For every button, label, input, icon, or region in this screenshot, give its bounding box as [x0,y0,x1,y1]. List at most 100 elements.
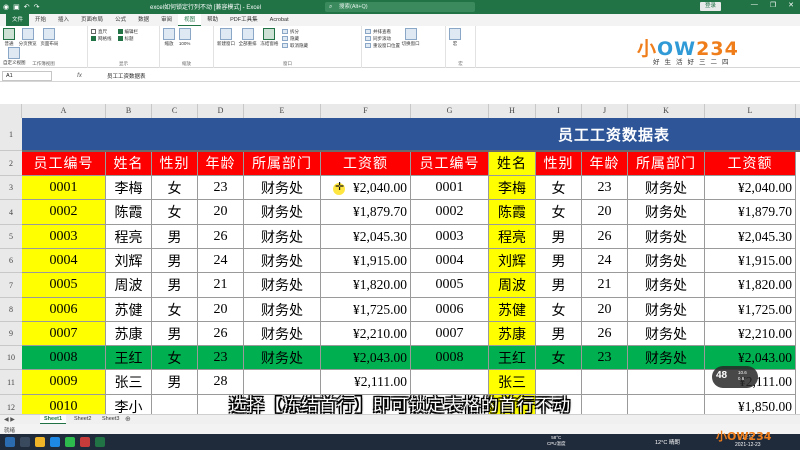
column-header-F[interactable]: F [321,104,411,118]
app-icon[interactable] [80,437,90,447]
table-cell[interactable]: ¥1,915.00 [321,249,411,273]
table-cell[interactable]: 陈霞 [489,200,536,225]
tab-3[interactable]: 页面布局 [75,14,109,26]
row-header-1[interactable]: 1 [0,118,22,151]
table-cell[interactable]: 女 [152,298,198,322]
title-row[interactable]: 员工工资数据表 [22,118,800,151]
table-cell[interactable]: ¥1,879.70 [705,200,796,225]
edge-icon[interactable] [50,437,60,447]
tab-0[interactable]: 文件 [6,14,30,26]
table-cell[interactable]: 0002 [22,200,106,225]
table-cell[interactable]: 财务处 [244,298,321,322]
column-header-H[interactable]: H [489,104,536,118]
tab-1[interactable]: 开始 [29,14,52,26]
header-cell[interactable]: 员工编号 [22,151,106,176]
redo-icon[interactable]: ↷ [34,4,40,11]
table-cell[interactable]: 王红 [106,346,152,370]
restore-button[interactable]: ❐ [770,1,776,9]
table-cell[interactable]: 财务处 [244,249,321,273]
table-cell[interactable]: ¥2,045.30 [705,225,796,249]
table-cell[interactable]: 0007 [411,322,489,346]
table-cell[interactable]: 0007 [22,322,106,346]
table-cell[interactable]: 财务处 [628,322,705,346]
explorer-icon[interactable] [35,437,45,447]
unhide-button[interactable]: 取消隐藏 [282,42,308,49]
table-cell[interactable]: 21 [582,273,628,298]
table-cell[interactable]: 财务处 [244,176,321,200]
table-cell[interactable]: 女 [152,346,198,370]
table-cell[interactable]: 男 [152,273,198,298]
row-header-3[interactable]: 3 [0,176,22,200]
table-cell[interactable]: 0005 [411,273,489,298]
table-cell[interactable]: 李梅 [489,176,536,200]
tab-2[interactable]: 插入 [52,14,75,26]
sheet-tab-1[interactable]: Sheet1 [40,415,67,424]
table-cell[interactable]: ¥2,043.00 [321,346,411,370]
table-cell[interactable]: ¥2,210.00 [321,322,411,346]
table-cell[interactable]: 财务处 [628,249,705,273]
table-cell[interactable]: ¥1,725.00 [705,298,796,322]
table-cell[interactable]: 刘辉 [489,249,536,273]
macros-button[interactable]: 宏 [449,28,461,47]
table-cell[interactable]: 0006 [22,298,106,322]
sync-scroll-button[interactable]: 同步滚动 [365,35,400,42]
side-by-side-button[interactable]: 并排查看 [365,28,400,35]
table-cell[interactable]: 陈霞 [106,200,152,225]
table-cell[interactable]: ¥2,045.30 [321,225,411,249]
table-cell[interactable]: 李梅 [106,176,152,200]
header-cell[interactable]: 工资额 [321,151,411,176]
add-sheet-icon[interactable]: ⊕ [125,415,131,423]
table-cell[interactable]: 周波 [489,273,536,298]
table-cell[interactable]: 20 [582,200,628,225]
table-cell[interactable]: 0001 [22,176,106,200]
hide-button[interactable]: 隐藏 [282,35,308,42]
header-cell[interactable]: 姓名 [106,151,152,176]
table-cell[interactable]: ¥1,725.00 [321,298,411,322]
tab-5[interactable]: 数据 [132,14,155,26]
table-cell[interactable]: ¥1,915.00 [705,249,796,273]
page-layout-button[interactable]: 页面布局 [40,28,58,47]
table-cell[interactable]: ¥1,820.00 [705,273,796,298]
headings-checkbox[interactable]: 标题 [117,35,139,42]
gridlines-checkbox[interactable]: 网格线 [91,35,112,42]
table-cell[interactable]: 26 [582,322,628,346]
table-cell[interactable]: ¥2,040.00 [705,176,796,200]
table-cell[interactable]: 0005 [22,273,106,298]
table-cell[interactable]: 刘辉 [106,249,152,273]
table-cell[interactable]: ¥1,820.00 [321,273,411,298]
column-header-B[interactable]: B [106,104,152,118]
close-button[interactable]: ✕ [788,1,794,9]
table-cell[interactable]: 男 [536,225,582,249]
tab-4[interactable]: 公式 [109,14,132,26]
table-cell[interactable]: 女 [536,346,582,370]
header-cell[interactable]: 工资额 [705,151,796,176]
table-cell[interactable]: 0004 [22,249,106,273]
fx-icon[interactable]: fx [52,73,107,79]
row-header-4[interactable]: 4 [0,200,22,225]
formula-input[interactable]: 员工工资数据表 [107,72,146,80]
table-cell[interactable]: 财务处 [628,298,705,322]
table-cell[interactable]: 26 [198,225,244,249]
row-header-9[interactable]: 9 [0,322,22,346]
table-cell[interactable]: 0006 [411,298,489,322]
table-cell[interactable]: 20 [198,200,244,225]
ruler-checkbox[interactable]: 直尺 [91,28,112,35]
formula-bar-checkbox[interactable]: 编辑栏 [117,28,138,35]
login-button[interactable]: 登录 [700,2,722,11]
row-header-10[interactable]: 10 [0,346,22,370]
table-cell[interactable]: 财务处 [628,273,705,298]
table-cell[interactable]: 苏康 [106,322,152,346]
table-cell[interactable]: 男 [152,225,198,249]
search-taskbar-icon[interactable] [20,437,30,447]
row-header-6[interactable]: 6 [0,249,22,273]
row-header-5[interactable]: 5 [0,225,22,249]
table-cell[interactable]: 周波 [106,273,152,298]
header-cell[interactable]: 年龄 [582,151,628,176]
tab-7[interactable]: 视图 [178,14,202,26]
table-cell[interactable]: 26 [198,322,244,346]
name-box[interactable]: A1 [2,70,52,81]
header-cell[interactable]: 性别 [536,151,582,176]
table-cell[interactable]: 23 [198,346,244,370]
column-header-L[interactable]: L [705,104,796,118]
table-cell[interactable]: 财务处 [244,346,321,370]
